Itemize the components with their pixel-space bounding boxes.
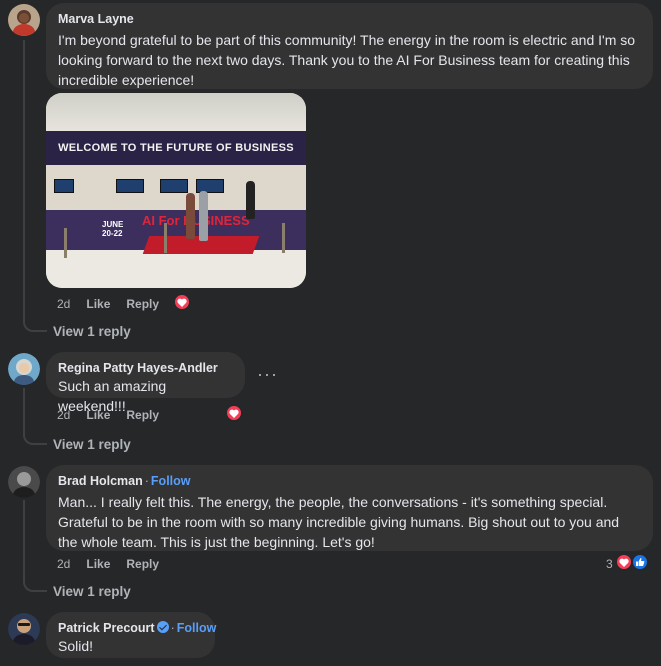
photo-person [186, 193, 195, 239]
comment-author[interactable]: Regina Patty Hayes-Andler [58, 360, 233, 376]
thread-line [23, 500, 25, 580]
separator: · [144, 474, 149, 488]
follow-button[interactable]: Follow [151, 474, 191, 488]
more-options-icon[interactable]: ··· [257, 364, 278, 385]
reply-button[interactable]: Reply [126, 297, 159, 311]
comment-author[interactable]: Brad Holcman [58, 474, 143, 488]
comment-author-line: Brad Holcman · Follow [58, 473, 641, 489]
comment-author[interactable]: Patrick Precourt [58, 621, 155, 635]
thread-curve [23, 572, 47, 592]
view-replies-link[interactable]: View 1 reply [53, 324, 131, 339]
photo-desk-date: JUNE 20-22 [102, 220, 124, 238]
photo-person [246, 181, 255, 219]
avatar[interactable] [8, 613, 40, 645]
comment-text: Solid! [58, 638, 94, 654]
separator: · [170, 621, 175, 635]
heart-icon[interactable] [225, 404, 243, 422]
like-button[interactable]: Like [86, 557, 110, 571]
photo-floor [46, 250, 306, 288]
thumbs-up-icon[interactable] [631, 553, 649, 571]
comment-bubble: Patrick Precourt · Follow Solid! [46, 612, 216, 658]
view-replies-link[interactable]: View 1 reply [53, 584, 131, 599]
comment-bubble: Regina Patty Hayes-Andler Such an amazin… [46, 352, 245, 414]
comment-bubble: Brad Holcman · Follow Man... I really felt… [46, 465, 653, 551]
photo-banner-text: WELCOME TO THE FUTURE OF BUSINESS [46, 131, 306, 165]
photo-screen [116, 179, 144, 193]
thread-curve [23, 425, 47, 445]
comment-time[interactable]: 2d [57, 408, 70, 422]
comment-time[interactable]: 2d [57, 297, 70, 311]
photo-ceiling [46, 93, 306, 135]
view-replies-link[interactable]: View 1 reply [53, 437, 131, 452]
photo-desk-brand: AI For BUSINESS [142, 213, 250, 228]
like-button[interactable]: Like [86, 408, 110, 422]
follow-button[interactable]: Follow [177, 621, 217, 635]
comment-bubble: Marva Layne I'm beyond grateful to be pa… [46, 3, 653, 89]
photo-person [199, 191, 208, 241]
like-button[interactable]: Like [86, 297, 110, 311]
comment-actions: 2d Like Reply [57, 557, 175, 571]
comment-actions: 2d Like Reply [57, 297, 175, 311]
comment-text: I'm beyond grateful to be part of this c… [58, 32, 636, 88]
comment-time[interactable]: 2d [57, 557, 70, 571]
photo-screen [54, 179, 74, 193]
comment-text: Man... I really felt this. The energy, t… [58, 494, 620, 550]
avatar[interactable] [8, 4, 40, 36]
comment-actions: 2d Like Reply [57, 408, 175, 422]
photo-post [64, 228, 67, 258]
thread-curve [23, 312, 47, 332]
photo-screen [160, 179, 188, 193]
comment-author-line: Patrick Precourt · Follow [58, 620, 216, 636]
reply-button[interactable]: Reply [126, 408, 159, 422]
heart-icon[interactable] [173, 293, 191, 311]
photo-post [164, 223, 167, 253]
comment-photo[interactable]: WELCOME TO THE FUTURE OF BUSINESS JUNE 2… [46, 93, 306, 288]
thread-line [23, 40, 25, 318]
reply-button[interactable]: Reply [126, 557, 159, 571]
photo-post [282, 223, 285, 253]
comment-author[interactable]: Marva Layne [58, 11, 641, 27]
avatar[interactable] [8, 466, 40, 498]
avatar[interactable] [8, 353, 40, 385]
verified-badge-icon [156, 621, 169, 633]
reaction-count[interactable]: 3 [606, 557, 613, 571]
